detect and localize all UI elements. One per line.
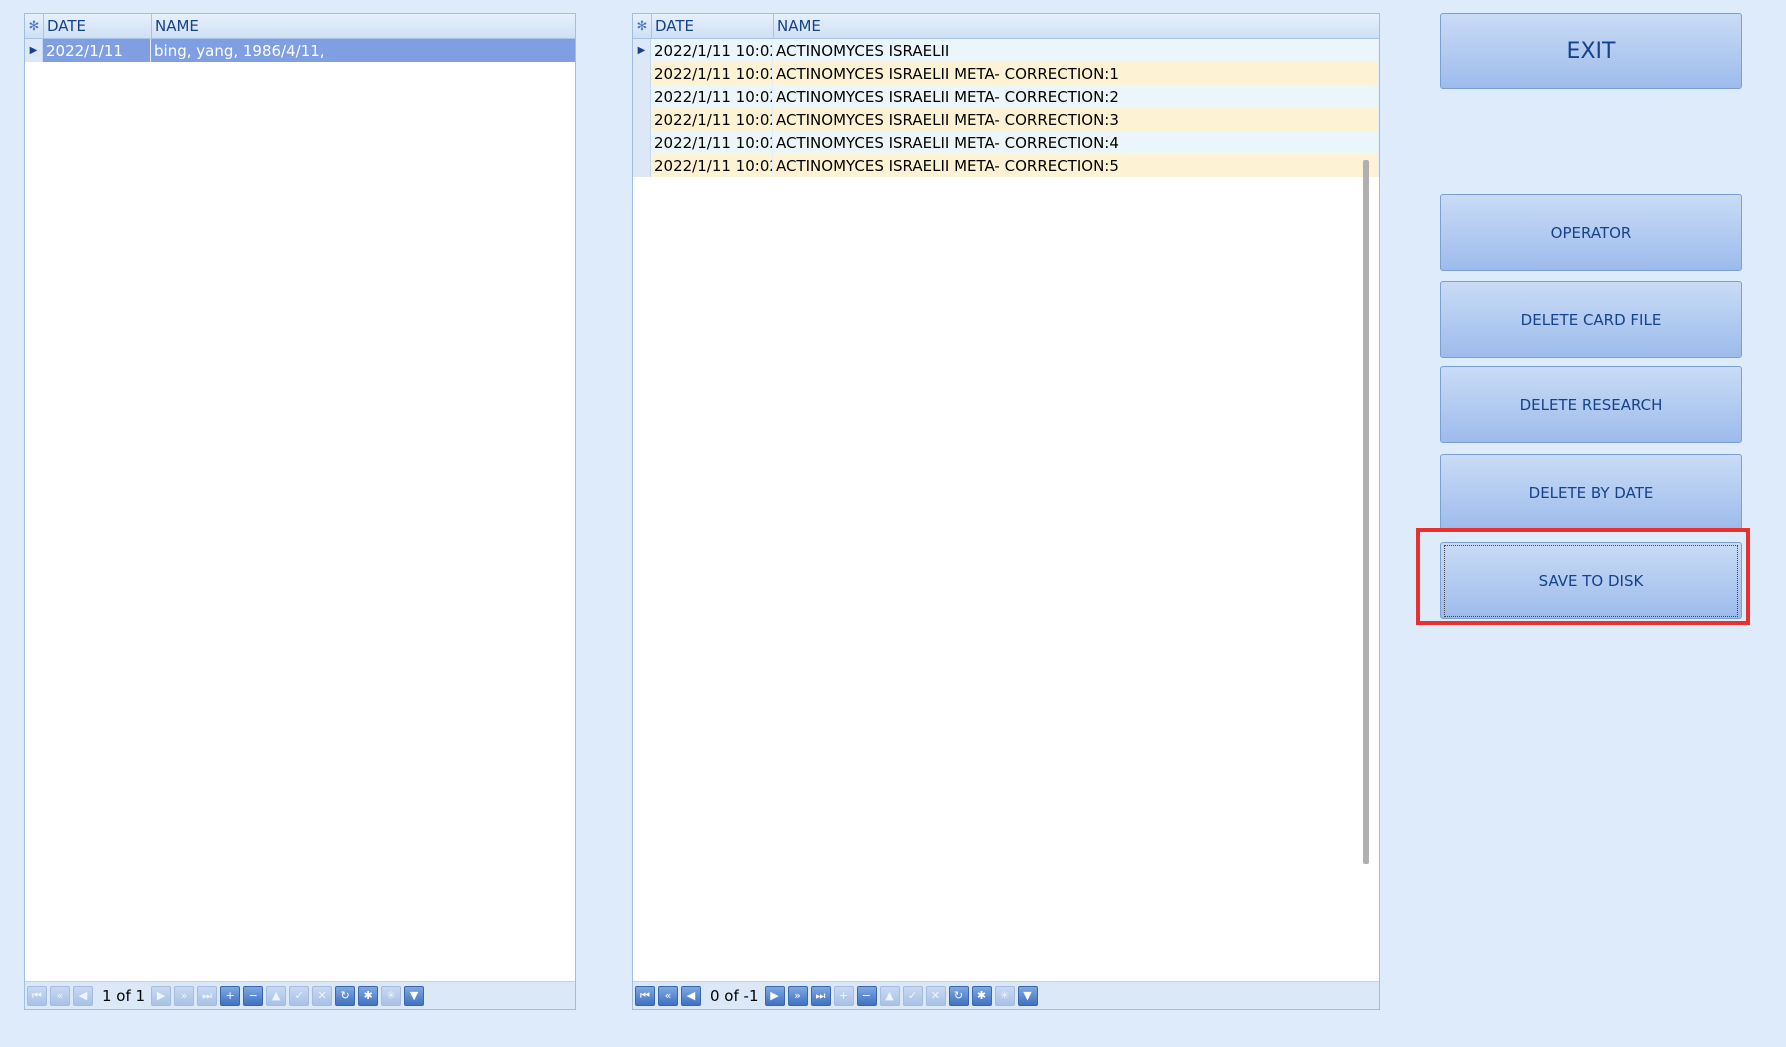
column-header-date[interactable]: DATE — [652, 14, 774, 38]
cell-date: 2022/1/11 10:02:4 — [651, 85, 773, 108]
pager-text: 0 of -1 — [710, 986, 759, 1005]
cell-name: ACTINOMYCES ISRAELII META- CORRECTION:3 — [773, 108, 1379, 131]
last-icon[interactable]: ⏭ — [197, 985, 218, 1006]
table-row[interactable]: 2022/1/11 10:02:4 ACTINOMYCES ISRAELII M… — [633, 85, 1379, 108]
research-grid-navigator: ⏮ « ◀ 0 of -1 ▶ » ⏭ + − ▲ ✓ ✕ ↻ ✱ ✳ ▼ — [633, 981, 1379, 1009]
asterisk-icon: ✻ — [633, 14, 652, 38]
exit-button[interactable]: EXIT — [1440, 13, 1742, 89]
delete-by-date-button[interactable]: DELETE BY DATE — [1440, 454, 1742, 531]
research-grid[interactable]: ✻ DATE NAME ▶ 2022/1/11 10:02:( ACTINOMY… — [632, 13, 1380, 1010]
last-icon[interactable]: ⏭ — [810, 985, 831, 1006]
next-icon[interactable]: ▶ — [151, 985, 172, 1006]
row-indicator — [633, 62, 651, 85]
cell-date: 2022/1/11 10:02:! — [651, 154, 773, 177]
remove-icon[interactable]: − — [856, 985, 877, 1006]
cell-name: ACTINOMYCES ISRAELII META- CORRECTION:4 — [773, 131, 1379, 154]
cancel-icon[interactable]: ✕ — [925, 985, 946, 1006]
triangle-right-icon: ▶ — [633, 39, 651, 62]
operator-button[interactable]: OPERATOR — [1440, 194, 1742, 271]
cell-date: 2022/1/11 10:02:! — [651, 131, 773, 154]
star-outline-icon[interactable]: ✳ — [994, 985, 1015, 1006]
research-grid-header: ✻ DATE NAME — [633, 14, 1379, 39]
remove-icon[interactable]: − — [243, 985, 264, 1006]
column-header-name[interactable]: NAME — [774, 14, 1379, 38]
cell-name: ACTINOMYCES ISRAELII — [773, 39, 1379, 62]
delete-card-file-button[interactable]: DELETE CARD FILE — [1440, 281, 1742, 358]
up-icon[interactable]: ▲ — [266, 985, 287, 1006]
column-header-name[interactable]: NAME — [152, 14, 575, 38]
column-header-date[interactable]: DATE — [44, 14, 152, 38]
cell-name: ACTINOMYCES ISRAELII META- CORRECTION:1 — [773, 62, 1379, 85]
asterisk-icon: ✻ — [25, 14, 44, 38]
filter-icon[interactable]: ▼ — [1017, 985, 1038, 1006]
highlight-box — [1416, 528, 1750, 625]
table-row[interactable]: 2022/1/11 10:02:! ACTINOMYCES ISRAELII M… — [633, 154, 1379, 177]
patient-grid[interactable]: ✻ DATE NAME ▶ 2022/1/11 bing, yang, 1986… — [24, 13, 576, 1010]
cell-name: ACTINOMYCES ISRAELII META- CORRECTION:2 — [773, 85, 1379, 108]
row-indicator — [633, 108, 651, 131]
add-icon[interactable]: + — [220, 985, 241, 1006]
next-page-icon[interactable]: » — [787, 985, 808, 1006]
check-icon[interactable]: ✓ — [902, 985, 923, 1006]
first-icon[interactable]: ⏮ — [27, 985, 47, 1006]
row-indicator — [633, 85, 651, 108]
table-row[interactable]: 2022/1/11 10:02:! ACTINOMYCES ISRAELII M… — [633, 131, 1379, 154]
vertical-scrollbar[interactable] — [1363, 160, 1369, 864]
cell-date: 2022/1/11 — [43, 39, 151, 62]
cell-date: 2022/1/11 10:02:4 — [651, 108, 773, 131]
row-indicator — [633, 131, 651, 154]
cell-date: 2022/1/11 10:02:( — [651, 39, 773, 62]
patient-grid-navigator: ⏮ « ◀ 1 of 1 ▶ » ⏭ + − ▲ ✓ ✕ ↻ ✱ ✳ ▼ — [25, 981, 575, 1009]
next-icon[interactable]: ▶ — [764, 985, 785, 1006]
first-icon[interactable]: ⏮ — [635, 985, 655, 1006]
prev-icon[interactable]: ◀ — [681, 985, 701, 1006]
refresh-icon[interactable]: ↻ — [948, 985, 969, 1006]
delete-research-button[interactable]: DELETE RESEARCH — [1440, 366, 1742, 443]
next-page-icon[interactable]: » — [174, 985, 195, 1006]
triangle-right-icon: ▶ — [25, 39, 43, 62]
row-indicator — [633, 154, 651, 177]
pager-text: 1 of 1 — [102, 986, 146, 1005]
star-outline-icon[interactable]: ✳ — [381, 985, 402, 1006]
up-icon[interactable]: ▲ — [879, 985, 900, 1006]
table-row[interactable]: ▶ 2022/1/11 10:02:( ACTINOMYCES ISRAELII — [633, 39, 1379, 62]
table-row[interactable]: ▶ 2022/1/11 bing, yang, 1986/4/11, — [25, 39, 575, 62]
add-icon[interactable]: + — [833, 985, 854, 1006]
table-row[interactable]: 2022/1/11 10:02:4 ACTINOMYCES ISRAELII M… — [633, 108, 1379, 131]
refresh-icon[interactable]: ↻ — [335, 985, 356, 1006]
cancel-icon[interactable]: ✕ — [312, 985, 333, 1006]
patient-grid-header: ✻ DATE NAME — [25, 14, 575, 39]
prev-page-icon[interactable]: « — [50, 985, 70, 1006]
check-icon[interactable]: ✓ — [289, 985, 310, 1006]
cell-date: 2022/1/11 10:02:: — [651, 62, 773, 85]
cell-name: ACTINOMYCES ISRAELII META- CORRECTION:5 — [773, 154, 1379, 177]
star-icon[interactable]: ✱ — [971, 985, 992, 1006]
star-icon[interactable]: ✱ — [358, 985, 379, 1006]
prev-page-icon[interactable]: « — [658, 985, 678, 1006]
cell-name: bing, yang, 1986/4/11, — [154, 41, 325, 60]
filter-icon[interactable]: ▼ — [404, 985, 425, 1006]
table-row[interactable]: 2022/1/11 10:02:: ACTINOMYCES ISRAELII M… — [633, 62, 1379, 85]
prev-icon[interactable]: ◀ — [73, 985, 93, 1006]
